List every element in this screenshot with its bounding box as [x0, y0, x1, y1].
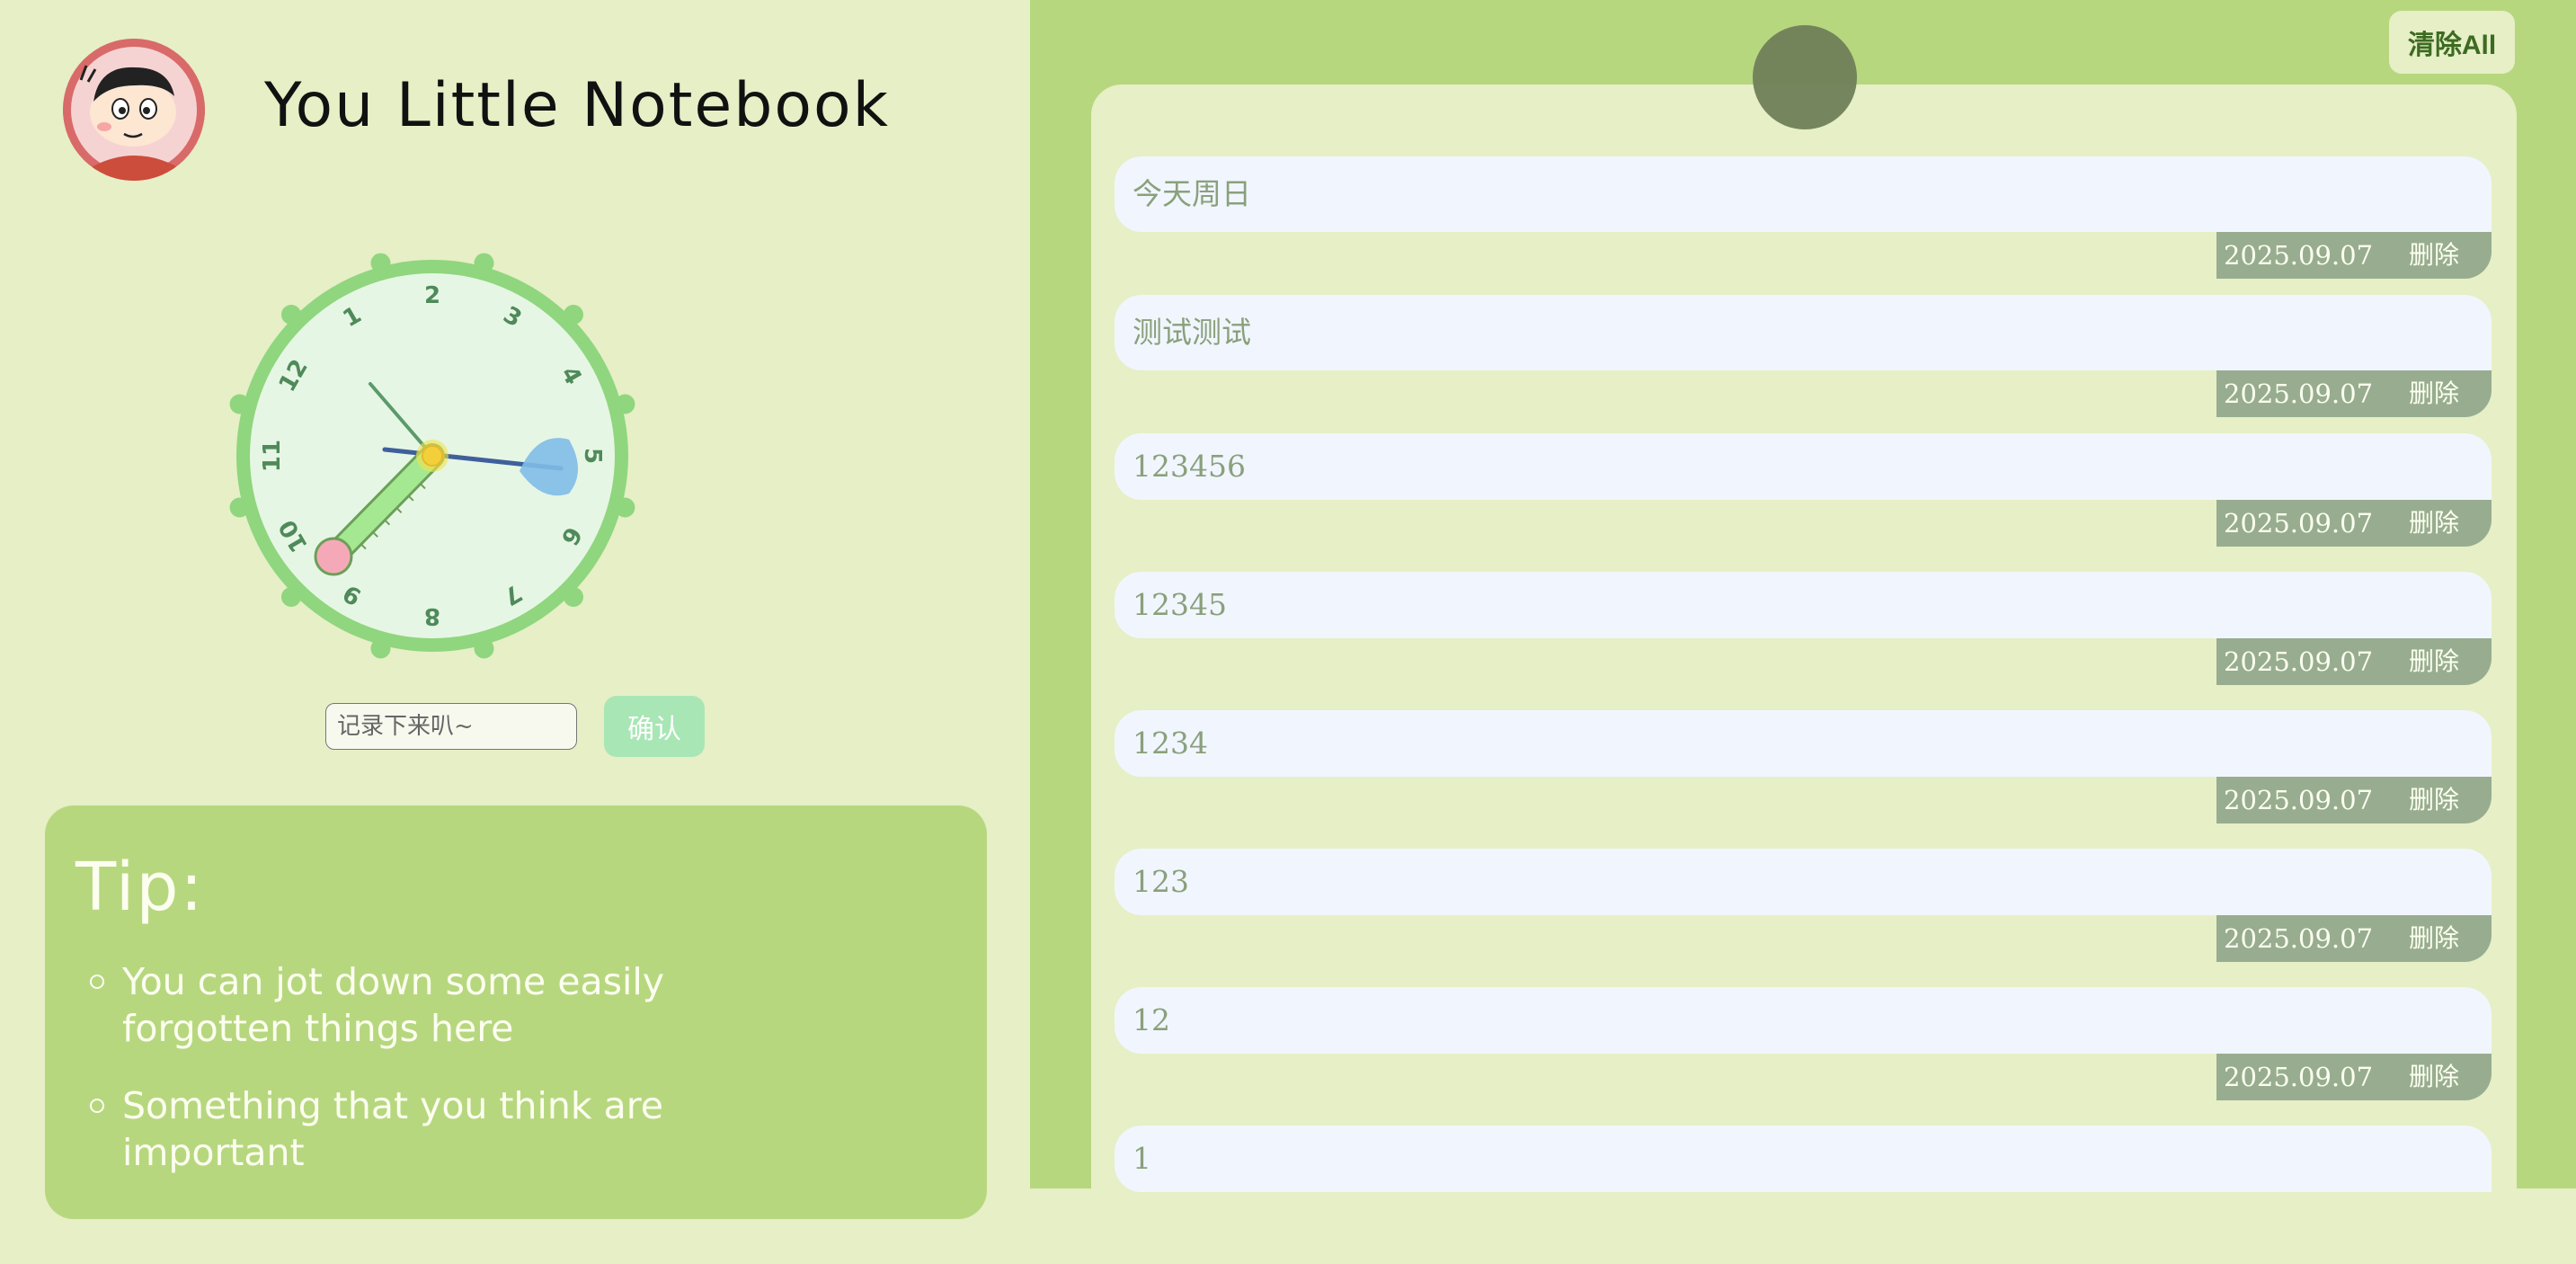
note-item: 12345 2025.09.07 删除 [1115, 572, 2492, 710]
note-text: 测试测试 [1115, 295, 2492, 370]
note-meta: 2025.09.07 删除 [2216, 777, 2492, 823]
note-date: 2025.09.07 [2224, 1062, 2374, 1092]
delete-button[interactable]: 删除 [2409, 232, 2459, 279]
note-input[interactable] [325, 703, 577, 750]
pin-decoration [1753, 25, 1857, 129]
note-text: 123456 [1115, 433, 2492, 500]
note-item: 123 2025.09.07 删除 [1115, 849, 2492, 987]
note-meta: 2025.09.07 删除 [2216, 370, 2492, 417]
delete-button[interactable]: 删除 [2409, 638, 2459, 685]
tip-list: You can jot down some easily forgotten t… [90, 958, 769, 1206]
note-meta: 2025.09.07 删除 [2216, 232, 2492, 279]
note-text: 123 [1115, 849, 2492, 915]
clock-number: 11 [259, 440, 286, 472]
notes-paper: 今天周日 2025.09.07 删除 测试测试 2025.09.07 删除 12… [1091, 85, 2517, 1253]
avatar [63, 39, 205, 181]
notes-panel: 清除All 今天周日 2025.09.07 删除 测试测试 2025.09.07… [1030, 0, 2576, 1253]
clock-number: 5 [579, 448, 606, 464]
note-meta: 2025.09.07 删除 [2216, 638, 2492, 685]
note-item: 今天周日 2025.09.07 删除 [1115, 156, 2492, 295]
analog-clock: 1 2 3 4 5 6 7 8 9 10 11 12 [223, 246, 642, 665]
note-text: 1 [1115, 1126, 2492, 1192]
note-meta: 2025.09.07 删除 [2216, 915, 2492, 962]
note-date: 2025.09.07 [2224, 240, 2374, 271]
left-panel: You Little Notebook 1 2 3 4 5 6 7 8 9 10 11 12 [0, 0, 1030, 1219]
note-text: 今天周日 [1115, 156, 2492, 232]
tip-title: Tip: [76, 849, 205, 926]
note-item: 123456 2025.09.07 删除 [1115, 433, 2492, 572]
note-date: 2025.09.07 [2224, 923, 2374, 954]
tip-box: Tip: You can jot down some easily forgot… [45, 806, 987, 1219]
note-item: 测试测试 2025.09.07 删除 [1115, 295, 2492, 433]
tip-item: You can jot down some easily forgotten t… [90, 958, 769, 1052]
note-text: 12 [1115, 987, 2492, 1054]
delete-button[interactable]: 删除 [2409, 370, 2459, 417]
clock-number: 8 [424, 602, 440, 629]
app-title: You Little Notebook [264, 70, 890, 141]
note-item: 1234 2025.09.07 删除 [1115, 710, 2492, 849]
notes-list: 今天周日 2025.09.07 删除 测试测试 2025.09.07 删除 12… [1115, 156, 2492, 1264]
center-sun-icon [416, 440, 449, 472]
clock-number: 2 [424, 282, 440, 309]
note-text: 1234 [1115, 710, 2492, 777]
note-text: 12345 [1115, 572, 2492, 638]
note-meta: 2025.09.07 删除 [2216, 1054, 2492, 1100]
note-date: 2025.09.07 [2224, 508, 2374, 539]
note-item: 1 [1115, 1126, 2492, 1264]
delete-button[interactable]: 删除 [2409, 500, 2459, 547]
confirm-button[interactable]: 确认 [604, 696, 705, 757]
note-item: 12 2025.09.07 删除 [1115, 987, 2492, 1126]
delete-button[interactable]: 删除 [2409, 915, 2459, 962]
clear-all-button[interactable]: 清除All [2389, 11, 2515, 74]
note-date: 2025.09.07 [2224, 785, 2374, 815]
note-date: 2025.09.07 [2224, 378, 2374, 409]
delete-button[interactable]: 删除 [2409, 777, 2459, 823]
note-meta: 2025.09.07 删除 [2216, 500, 2492, 547]
delete-button[interactable]: 删除 [2409, 1054, 2459, 1100]
tip-item: Something that you think are important [90, 1082, 769, 1176]
note-date: 2025.09.07 [2224, 646, 2374, 677]
